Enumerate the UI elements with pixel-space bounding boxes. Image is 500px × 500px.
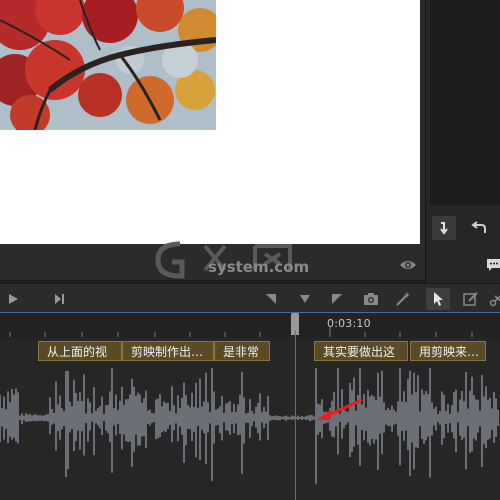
magic-wand-icon[interactable] (394, 290, 412, 308)
video-frame (0, 0, 420, 244)
subtitle-clip[interactable]: 从上面的视 (38, 341, 122, 361)
playhead-line (295, 330, 296, 500)
autumn-tree-photo (0, 0, 216, 130)
red-arrow-annotation (316, 398, 363, 420)
scissors-icon[interactable] (488, 290, 500, 308)
subtitle-clip[interactable]: 其实要做出这 (314, 341, 408, 361)
cursor-icon[interactable] (426, 288, 450, 310)
preview-area (0, 0, 425, 280)
timeline-tracks: 从上面的视 剪映制作出… 是非常 其实要做出这 用剪映来… (0, 338, 500, 500)
edit-icon[interactable] (462, 290, 480, 308)
play-icon[interactable] (4, 290, 22, 308)
import-icon[interactable] (432, 216, 456, 240)
right-panel-inner (430, 0, 500, 205)
undo-icon[interactable] (466, 216, 490, 240)
camera-icon[interactable] (362, 290, 380, 308)
right-panel (425, 0, 500, 283)
next-frame-icon[interactable] (50, 290, 68, 308)
ruler-timecode: 0:03:10 (327, 317, 371, 330)
marker-icon[interactable] (296, 290, 314, 308)
subtitle-clip[interactable]: 用剪映来… (410, 341, 486, 361)
mark-in-icon[interactable] (262, 290, 280, 308)
timeline-toolbar (0, 283, 500, 313)
subtitle-clip[interactable]: 剪映制作出… (122, 341, 214, 361)
timeline-ruler[interactable]: 0:03:10 (0, 312, 500, 339)
audio-waveform[interactable] (0, 368, 500, 498)
comment-icon[interactable] (484, 255, 500, 279)
eye-icon[interactable] (399, 257, 417, 271)
subtitle-clip[interactable]: 是非常 (214, 341, 270, 361)
mark-out-icon[interactable] (328, 290, 346, 308)
